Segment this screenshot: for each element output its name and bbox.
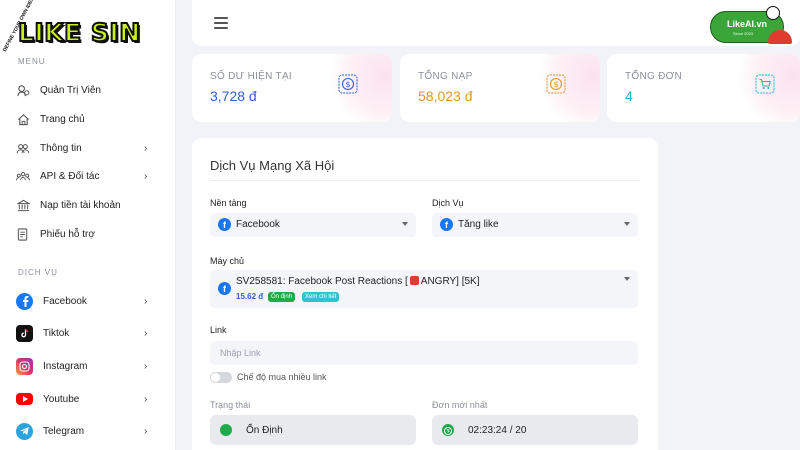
facebook-icon: f xyxy=(440,218,453,231)
chevron-right-icon: › xyxy=(144,295,148,307)
sidebar-item-label: Instagram xyxy=(43,360,88,372)
caret-down-icon xyxy=(402,222,408,226)
sidebar-item-label: Phiếu hỗ trợ xyxy=(40,228,95,240)
latest-order-value: 02:23:24 / 20 xyxy=(468,425,527,436)
tiktok-icon xyxy=(16,324,33,342)
stat-value: 3,728 đ xyxy=(210,88,257,104)
menu-section-title: MENU xyxy=(18,57,46,66)
multi-link-label: Chế độ mua nhiều link xyxy=(237,372,327,382)
server-price: 15.62 đ xyxy=(236,292,264,301)
sidebar: DEFINE YOUR OWN IDENTITY LIKE SIN MENU Q… xyxy=(0,0,176,450)
sidebar-item-label: Telegram xyxy=(43,425,85,437)
clock-icon xyxy=(442,424,454,436)
brand-name: LikeAI.vn xyxy=(727,19,768,29)
status-field: Ổn Định xyxy=(210,415,416,445)
stat-value: 58,023 đ xyxy=(418,88,473,104)
facebook-icon: f xyxy=(218,218,231,231)
sidebar-item-label: Tiktok xyxy=(43,327,70,339)
sidebar-item-support[interactable]: Phiếu hỗ trợ xyxy=(0,220,176,248)
dollar-icon: $ xyxy=(546,74,566,94)
service-select[interactable]: f Tăng like xyxy=(432,213,638,237)
stat-card-orders: TỔNG ĐƠN 4 xyxy=(607,54,800,122)
platform-label: Nền tảng xyxy=(210,198,247,208)
sidebar-item-home[interactable]: Trang chủ xyxy=(0,105,176,133)
sidebar-item-label: Youtube xyxy=(43,393,80,405)
admin-icon xyxy=(16,83,30,97)
angry-reaction-icon xyxy=(409,276,419,285)
link-label: Link xyxy=(210,325,227,335)
stable-badge: Ổn định xyxy=(268,292,296,302)
sidebar-item-label: Nạp tiền tài khoản xyxy=(40,199,121,211)
sidebar-item-label: API & Đối tác xyxy=(40,170,100,182)
users-icon xyxy=(16,141,30,155)
caret-down-icon xyxy=(624,222,630,226)
platform-select[interactable]: f Facebook xyxy=(210,213,416,237)
mascot-icon xyxy=(766,6,780,20)
chevron-right-icon: › xyxy=(144,170,148,182)
mascot-body-icon xyxy=(768,30,792,44)
sidebar-item-telegram[interactable]: Telegram › xyxy=(0,417,176,445)
sidebar-item-label: Quản Trị Viên xyxy=(40,84,101,96)
multi-link-toggle[interactable] xyxy=(210,372,232,383)
telegram-icon xyxy=(16,422,33,440)
stat-card-deposit: TỔNG NẠP 58,023 đ $ xyxy=(400,54,600,122)
bank-icon xyxy=(16,198,30,212)
sidebar-item-label: Facebook xyxy=(43,295,87,307)
sidebar-item-instagram[interactable]: Instagram › xyxy=(0,352,176,380)
latest-order-label: Đơn mới nhất xyxy=(432,400,488,410)
chevron-right-icon: › xyxy=(144,425,148,437)
sidebar-item-deposit[interactable]: Nạp tiền tài khoản xyxy=(0,191,176,219)
dollar-icon: $ xyxy=(338,74,358,94)
partners-icon xyxy=(16,169,30,183)
platform-select-value: Facebook xyxy=(236,219,280,230)
sidebar-item-label: Thông tin xyxy=(40,142,82,154)
logo[interactable]: DEFINE YOUR OWN IDENTITY LIKE SIN xyxy=(0,0,176,54)
social-service-form: Dịch Vụ Mạng Xã Hội Nền tảng f Facebook … xyxy=(192,138,658,450)
facebook-icon: f xyxy=(218,282,231,295)
instagram-icon xyxy=(16,357,33,375)
service-select-value: Tăng like xyxy=(458,219,499,230)
caret-down-icon xyxy=(624,277,630,281)
globe-icon xyxy=(220,424,232,436)
stat-card-balance: SỐ DƯ HIỆN TẠI 3,728 đ $ xyxy=(192,54,392,122)
sidebar-item-facebook[interactable]: Facebook › xyxy=(0,287,176,315)
chevron-right-icon: › xyxy=(144,393,148,405)
hamburger-menu-icon[interactable] xyxy=(214,17,228,29)
server-select-value: SV258581: Facebook Post Reactions [ANGRY… xyxy=(236,276,480,287)
topbar: LikeAI.vn Since 2023 xyxy=(192,0,800,46)
stat-label: SỐ DƯ HIỆN TẠI xyxy=(210,71,293,82)
svg-text:$: $ xyxy=(345,80,350,89)
chevron-right-icon: › xyxy=(144,327,148,339)
server-select[interactable]: f SV258581: Facebook Post Reactions [ANG… xyxy=(210,270,638,308)
status-value: Ổn Định xyxy=(246,425,283,436)
link-input[interactable] xyxy=(210,341,638,365)
server-label: Máy chủ xyxy=(210,256,245,266)
sidebar-item-label: Trang chủ xyxy=(40,113,85,125)
stat-label: TỔNG NẠP xyxy=(418,71,473,82)
status-label: Trạng thái xyxy=(210,400,251,410)
divider xyxy=(210,180,638,181)
service-label: Dịch Vụ xyxy=(432,198,464,208)
cart-icon xyxy=(755,74,775,94)
sidebar-item-youtube[interactable]: Youtube › xyxy=(0,385,176,413)
logo-text: LIKE SIN xyxy=(17,17,141,48)
sidebar-item-admin[interactable]: Quản Trị Viên xyxy=(0,76,176,104)
latest-order-field: 02:23:24 / 20 xyxy=(432,415,638,445)
ticket-icon xyxy=(16,227,30,241)
stat-label: TỔNG ĐƠN xyxy=(625,71,683,82)
brand-subtitle: Since 2023 xyxy=(733,31,754,36)
form-title: Dịch Vụ Mạng Xã Hội xyxy=(210,158,335,173)
chevron-right-icon: › xyxy=(144,360,148,372)
chevron-right-icon: › xyxy=(144,142,148,154)
sidebar-item-api[interactable]: API & Đối tác › xyxy=(0,162,176,190)
sidebar-item-tiktok[interactable]: Tiktok › xyxy=(0,319,176,347)
svg-text:$: $ xyxy=(553,80,558,89)
view-detail-badge[interactable]: Xem chi tiết xyxy=(302,292,340,302)
stat-value: 4 xyxy=(625,88,633,104)
home-icon xyxy=(16,112,30,126)
facebook-icon xyxy=(16,292,33,310)
youtube-icon xyxy=(16,393,33,405)
sidebar-item-info[interactable]: Thông tin › xyxy=(0,134,176,162)
service-section-title: DỊCH VỤ xyxy=(18,268,58,277)
